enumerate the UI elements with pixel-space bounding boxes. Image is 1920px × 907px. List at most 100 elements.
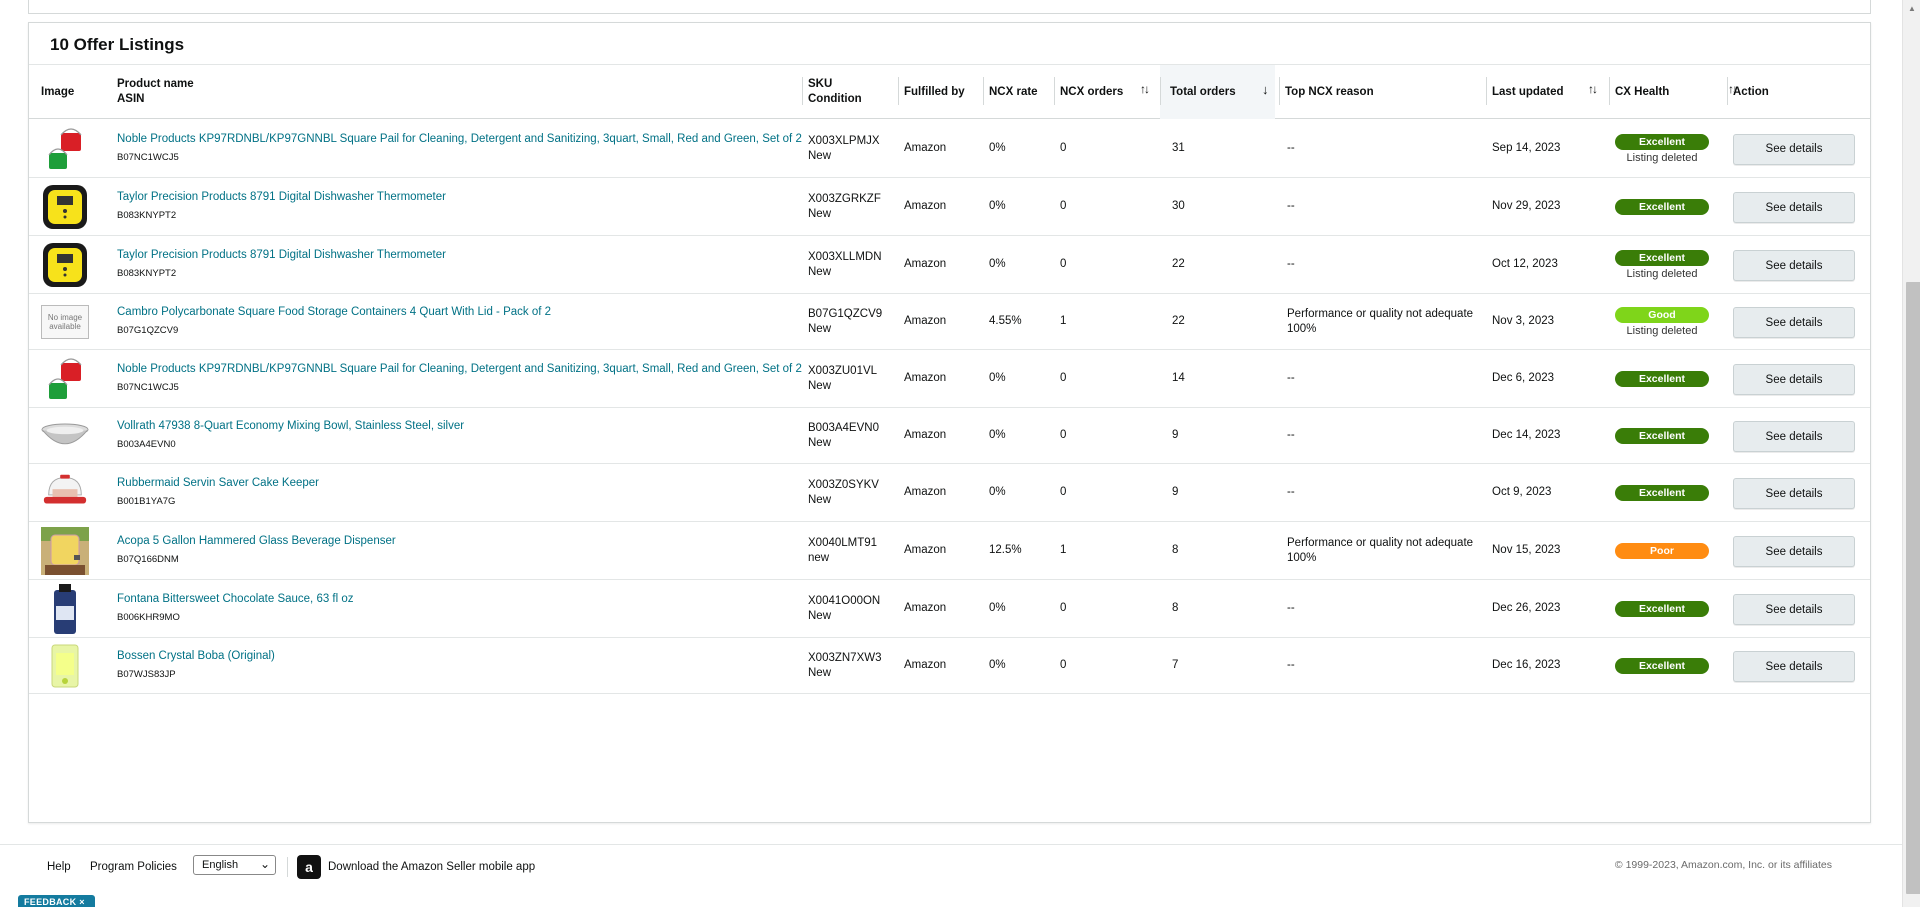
top-ncx-reason: -- — [1287, 602, 1295, 614]
help-link[interactable]: Help — [47, 861, 71, 873]
col-sku: SKU Condition — [802, 65, 888, 119]
last-updated-value: Sep 14, 2023 — [1492, 141, 1561, 154]
fulfilled-by-value: Amazon — [904, 315, 947, 327]
top-ncx-reason: -- — [1287, 372, 1295, 384]
sku-value: X0041O00ON — [808, 595, 881, 607]
product-image[interactable] — [41, 527, 89, 575]
scrollbar-thumb[interactable] — [1906, 282, 1920, 894]
product-image[interactable] — [41, 642, 89, 690]
download-app-link[interactable]: Download the Amazon Seller mobile app — [328, 861, 535, 873]
total-orders-value: 8 — [1172, 544, 1179, 556]
fulfilled-by-value: Amazon — [904, 141, 947, 154]
listing-deleted-label: Listing deleted — [1626, 325, 1698, 337]
col-fulfilled-by: Fulfilled by — [898, 65, 984, 119]
status-badge: Excellent — [1615, 371, 1709, 387]
ncx-orders-value: 0 — [1060, 258, 1067, 270]
col-cx-health[interactable]: CX Health ↑↓ — [1609, 65, 1738, 119]
product-name-link[interactable]: Fontana Bittersweet Chocolate Sauce, 63 … — [117, 592, 354, 607]
see-details-button[interactable]: See details — [1733, 250, 1855, 281]
ncx-rate-value: 0% — [989, 372, 1006, 384]
see-details-button[interactable]: See details — [1733, 421, 1855, 452]
product-name-link[interactable]: Cambro Polycarbonate Square Food Storage… — [117, 305, 551, 320]
col-total-orders[interactable]: Total orders ↓ — [1160, 65, 1275, 119]
feedback-button[interactable]: FEEDBACK × — [18, 895, 95, 907]
table-row: Noble Products KP97RDNBL/KP97GNNBL Squar… — [29, 350, 1870, 408]
language-select[interactable]: English ⌄ — [193, 855, 276, 875]
product-image[interactable] — [41, 584, 89, 634]
product-name-link[interactable]: Vollrath 47938 8-Quart Economy Mixing Bo… — [117, 419, 464, 434]
asin-value: B083KNYPT2 — [117, 210, 177, 221]
see-details-button[interactable]: See details — [1733, 536, 1855, 567]
status-badge: Excellent — [1615, 428, 1709, 444]
condition-value: New — [808, 323, 832, 335]
col-ncx-rate: NCX rate — [983, 65, 1049, 119]
ncx-rate-value: 0% — [989, 141, 1006, 154]
total-orders-value: 30 — [1172, 200, 1185, 212]
table-row: Taylor Precision Products 8791 Digital D… — [29, 178, 1870, 236]
table-row: Acopa 5 Gallon Hammered Glass Beverage D… — [29, 522, 1870, 580]
status-badge: Excellent — [1615, 199, 1709, 215]
product-name-link[interactable]: Taylor Precision Products 8791 Digital D… — [117, 190, 446, 205]
page-scrollbar[interactable]: ▲ — [1902, 0, 1920, 907]
fulfilled-by-value: Amazon — [904, 486, 947, 498]
product-image[interactable] — [41, 125, 89, 173]
product-name-link[interactable]: Acopa 5 Gallon Hammered Glass Beverage D… — [117, 534, 396, 549]
product-name-link[interactable]: Rubbermaid Servin Saver Cake Keeper — [117, 476, 319, 491]
product-name-link[interactable]: Noble Products KP97RDNBL/KP97GNNBL Squar… — [117, 132, 802, 147]
listing-deleted-label: Listing deleted — [1626, 268, 1698, 280]
col-ncx-orders[interactable]: NCX orders ↑↓ — [1054, 65, 1150, 119]
asin-value: B07NC1WCJ5 — [117, 382, 179, 393]
offer-listings-card: 10 Offer Listings Image Product name ASI… — [28, 22, 1871, 823]
product-name-link[interactable]: Noble Products KP97RDNBL/KP97GNNBL Squar… — [117, 362, 802, 377]
sku-value: X003XLPMJX — [808, 134, 880, 147]
ncx-orders-value: 0 — [1060, 372, 1067, 384]
condition-value: New — [808, 380, 832, 392]
product-image[interactable] — [41, 183, 89, 231]
footer: Help Program Policies English ⌄ a Downlo… — [0, 845, 1902, 907]
condition-value: new — [808, 552, 830, 564]
fulfilled-by-value: Amazon — [904, 602, 947, 614]
see-details-button[interactable]: See details — [1733, 364, 1855, 395]
sku-value: X003ZU01VL — [808, 365, 878, 377]
fulfilled-by-value: Amazon — [904, 372, 947, 384]
product-image[interactable] — [41, 355, 89, 403]
ncx-orders-value: 1 — [1060, 315, 1067, 327]
product-name-link[interactable]: Bossen Crystal Boba (Original) — [117, 649, 275, 664]
condition-value: New — [808, 437, 832, 449]
product-image[interactable] — [41, 469, 89, 517]
condition-value: New — [808, 610, 832, 622]
col-top-ncx-reason: Top NCX reason — [1279, 65, 1485, 119]
amazon-app-icon[interactable]: a — [297, 855, 321, 879]
col-last-updated[interactable]: Last updated ↑↓ — [1486, 65, 1602, 119]
col-action: Action — [1727, 65, 1823, 119]
ncx-rate-value: 0% — [989, 200, 1006, 212]
sort-icon[interactable]: ↑↓ — [1140, 82, 1150, 97]
see-details-button[interactable]: See details — [1733, 594, 1855, 625]
table-header: Image Product name ASIN SKU Condition Fu… — [29, 65, 1870, 119]
see-details-button[interactable]: See details — [1733, 307, 1855, 338]
last-updated-value: Dec 26, 2023 — [1492, 602, 1561, 614]
product-name-link[interactable]: Taylor Precision Products 8791 Digital D… — [117, 248, 446, 263]
see-details-button[interactable]: See details — [1733, 651, 1855, 682]
sort-icon[interactable]: ↑↓ — [1588, 82, 1598, 97]
top-ncx-reason: -- — [1287, 429, 1295, 441]
product-image[interactable]: No image available — [41, 298, 89, 346]
sort-descending-icon[interactable]: ↓ — [1262, 82, 1269, 97]
scroll-up-arrow-icon[interactable]: ▲ — [1903, 0, 1920, 16]
product-image[interactable] — [41, 241, 89, 289]
sku-value: B07G1QZCV9 — [808, 308, 883, 320]
last-updated-value: Nov 29, 2023 — [1492, 200, 1561, 212]
product-image[interactable] — [41, 412, 89, 460]
cx-health: Good Listing deleted — [1615, 307, 1709, 337]
status-badge: Excellent — [1615, 601, 1709, 617]
see-details-button[interactable]: See details — [1733, 133, 1855, 165]
see-details-button[interactable]: See details — [1733, 192, 1855, 223]
program-policies-link[interactable]: Program Policies — [90, 861, 177, 873]
table-row: Noble Products KP97RDNBL/KP97GNNBL Squar… — [29, 119, 1870, 178]
copyright-text: © 1999-2023, Amazon.com, Inc. or its aff… — [1614, 859, 1832, 871]
top-ncx-reason: Performance or quality not adequate — [1287, 308, 1474, 320]
top-ncx-reason: -- — [1287, 659, 1295, 671]
ncx-rate-value: 0% — [989, 602, 1006, 614]
see-details-button[interactable]: See details — [1733, 478, 1855, 509]
fulfilled-by-value: Amazon — [904, 544, 947, 556]
